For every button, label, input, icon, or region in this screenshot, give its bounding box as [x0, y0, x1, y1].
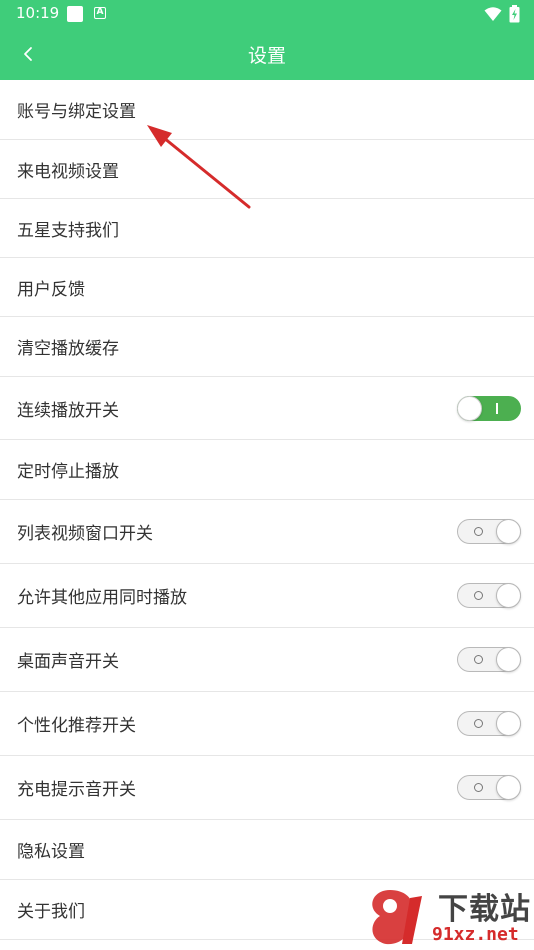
- setting-label: 隐私设置: [17, 842, 85, 862]
- setting-label: 列表视频窗口开关: [17, 524, 153, 544]
- setting-label: 用户反馈: [17, 279, 85, 300]
- watermark-site-name: 下载站: [438, 892, 531, 927]
- setting-label: 账号与绑定设置: [17, 102, 136, 122]
- watermark-logo-icon: [372, 890, 422, 945]
- setting-privacy[interactable]: 隐私设置: [0, 820, 534, 880]
- watermark-url: 91xz.net: [432, 924, 519, 945]
- setting-label: 连续播放开关: [17, 400, 119, 421]
- setting-charging-sound[interactable]: 充电提示音开关: [0, 756, 534, 820]
- list-video-window-toggle[interactable]: [457, 519, 521, 544]
- watermark: 下载站 91xz.net: [360, 884, 534, 950]
- settings-list: 账号与绑定设置 来电视频设置 五星支持我们 用户反馈 清空播放缓存 连续播放开关…: [0, 80, 534, 940]
- setting-label: 充电提示音开关: [17, 780, 136, 800]
- chevron-left-icon: [24, 47, 32, 61]
- charging-sound-toggle[interactable]: [457, 775, 521, 800]
- setting-account-binding[interactable]: 账号与绑定设置: [0, 80, 534, 140]
- setting-continuous-play[interactable]: 连续播放开关: [0, 377, 534, 440]
- desktop-sound-toggle[interactable]: [457, 647, 521, 672]
- setting-label: 五星支持我们: [17, 220, 119, 241]
- status-time: 10:19: [16, 4, 60, 22]
- allow-other-apps-toggle[interactable]: [457, 583, 521, 608]
- status-bar: 10:19 A: [0, 0, 534, 28]
- setting-label: 清空播放缓存: [17, 339, 119, 359]
- wifi-icon: [484, 7, 502, 21]
- setting-personalized-recommend[interactable]: 个性化推荐开关: [0, 692, 534, 756]
- setting-desktop-sound[interactable]: 桌面声音开关: [0, 628, 534, 692]
- setting-five-star-support[interactable]: 五星支持我们: [0, 199, 534, 258]
- setting-list-video-window[interactable]: 列表视频窗口开关: [0, 500, 534, 564]
- personalized-recommend-toggle[interactable]: [457, 711, 521, 736]
- setting-user-feedback[interactable]: 用户反馈: [0, 258, 534, 317]
- notification-a-icon: A: [94, 7, 106, 19]
- setting-incoming-call-video[interactable]: 来电视频设置: [0, 140, 534, 199]
- app-bar: 设置: [0, 28, 534, 80]
- continuous-play-toggle[interactable]: [457, 395, 521, 421]
- setting-allow-other-apps[interactable]: 允许其他应用同时播放: [0, 564, 534, 628]
- setting-label: 来电视频设置: [17, 161, 119, 182]
- setting-sleep-timer[interactable]: 定时停止播放: [0, 440, 534, 500]
- battery-icon: [509, 5, 520, 23]
- setting-label: 定时停止播放: [17, 462, 119, 482]
- setting-clear-cache[interactable]: 清空播放缓存: [0, 317, 534, 377]
- page-title: 设置: [247, 44, 286, 67]
- setting-label: 允许其他应用同时播放: [17, 588, 187, 608]
- back-button[interactable]: [14, 40, 42, 68]
- setting-label: 关于我们: [17, 902, 85, 922]
- setting-label: 桌面声音开关: [17, 652, 119, 672]
- notification-square-icon: [67, 6, 83, 22]
- setting-label: 个性化推荐开关: [17, 716, 136, 736]
